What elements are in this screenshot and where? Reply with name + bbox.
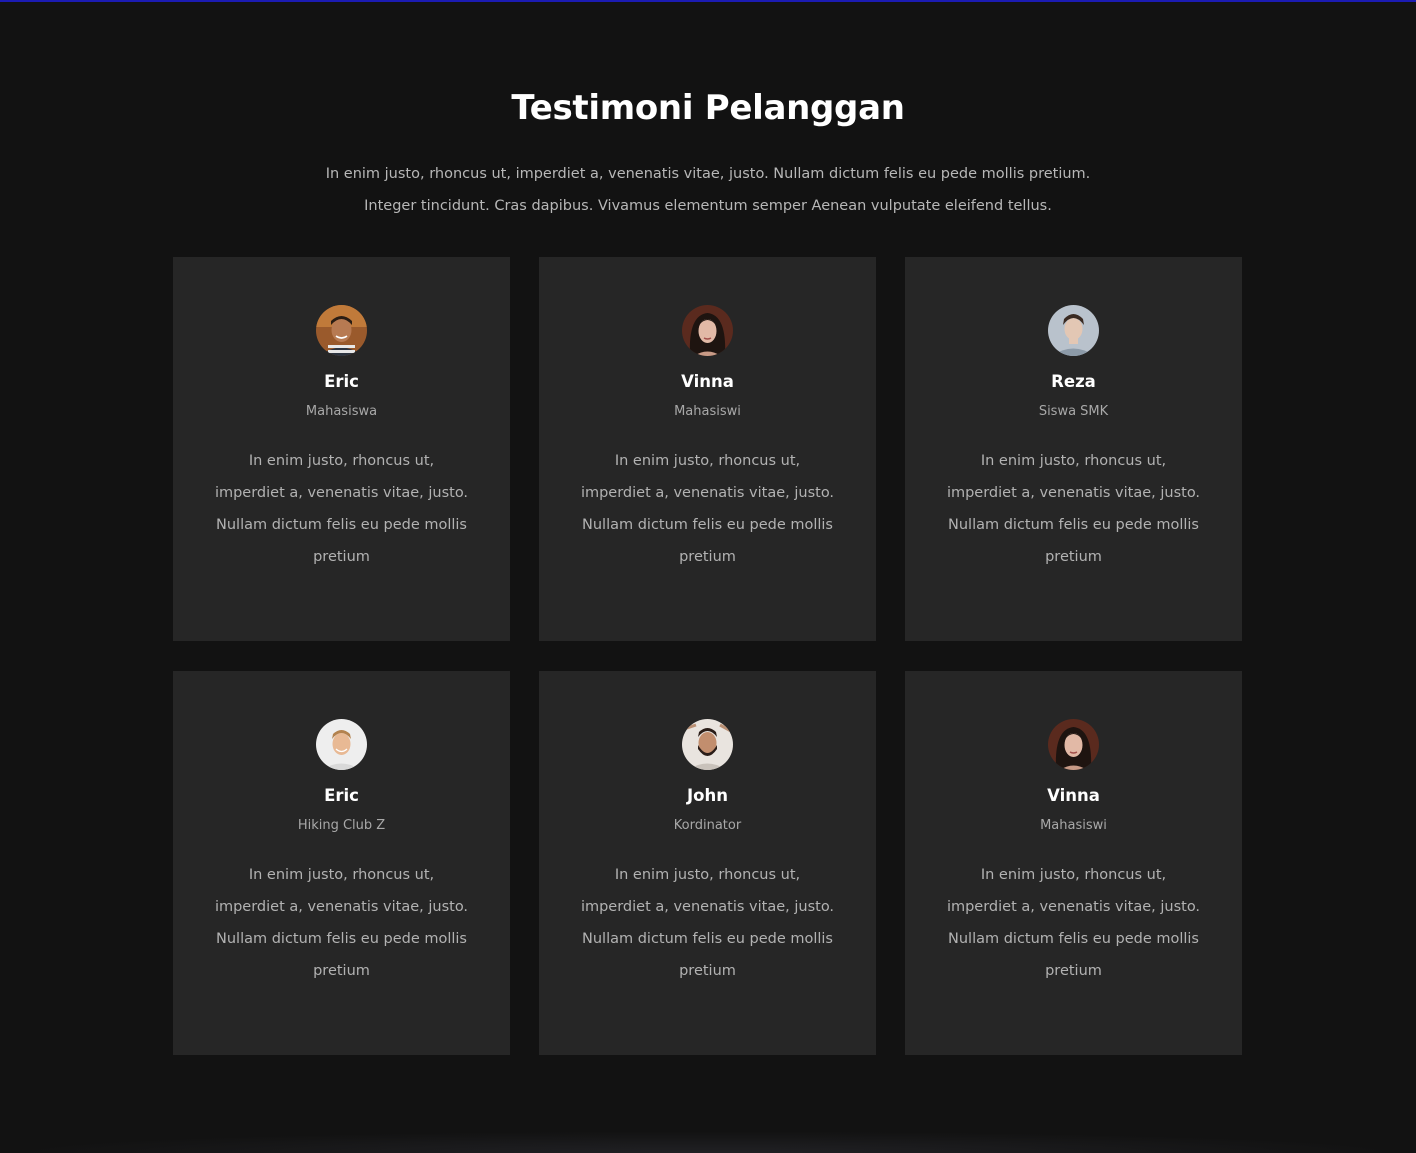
woman-dark-hair-avatar-icon bbox=[1048, 719, 1099, 770]
blond-man-avatar-icon bbox=[316, 719, 367, 770]
bottom-wave-decoration bbox=[0, 1131, 1416, 1153]
testimonial-card: Eric Mahasiswa In enim justo, rhoncus ut… bbox=[173, 257, 510, 641]
testimonial-card: Vinna Mahasiswi In enim justo, rhoncus u… bbox=[905, 671, 1242, 1055]
bearded-man-avatar-icon bbox=[682, 719, 733, 770]
testimonial-card: Eric Hiking Club Z In enim justo, rhoncu… bbox=[173, 671, 510, 1055]
testimonial-quote: In enim justo, rhoncus ut, imperdiet a, … bbox=[214, 867, 469, 979]
testimonial-card: John Kordinator In enim justo, rhoncus u… bbox=[539, 671, 876, 1055]
testimonial-quote: In enim justo, rhoncus ut, imperdiet a, … bbox=[946, 867, 1201, 979]
woman-dark-hair-avatar-icon bbox=[682, 305, 733, 356]
top-accent-line bbox=[0, 0, 1416, 2]
testimonial-grid: Eric Mahasiswa In enim justo, rhoncus ut… bbox=[173, 257, 1243, 1055]
testimonial-quote: In enim justo, rhoncus ut, imperdiet a, … bbox=[580, 453, 835, 565]
testimonial-name: Vinna bbox=[1047, 786, 1100, 805]
testimonial-role: Mahasiswi bbox=[674, 404, 741, 419]
testimonial-name: Eric bbox=[324, 372, 359, 391]
testimonial-card: Vinna Mahasiswi In enim justo, rhoncus u… bbox=[539, 257, 876, 641]
testimonial-role: Mahasiswa bbox=[305, 404, 378, 419]
testimonial-card: Reza Siswa SMK In enim justo, rhoncus ut… bbox=[905, 257, 1242, 641]
section-intro: In enim justo, rhoncus ut, imperdiet a, … bbox=[325, 166, 1091, 214]
testimonial-name: Reza bbox=[1051, 372, 1096, 391]
testimonial-quote: In enim justo, rhoncus ut, imperdiet a, … bbox=[214, 453, 469, 565]
testimonial-quote: In enim justo, rhoncus ut, imperdiet a, … bbox=[580, 867, 835, 979]
testimonial-name: John bbox=[687, 786, 728, 805]
section-title: Testimoni Pelanggan bbox=[511, 88, 905, 128]
testimonial-role: Hiking Club Z bbox=[297, 818, 386, 833]
man-smiling-avatar-icon bbox=[316, 305, 367, 356]
testimonial-role: Siswa SMK bbox=[1038, 404, 1109, 419]
testimonial-quote: In enim justo, rhoncus ut, imperdiet a, … bbox=[946, 453, 1201, 565]
testimonial-role: Kordinator bbox=[673, 818, 742, 833]
testimonial-role: Mahasiswi bbox=[1040, 818, 1107, 833]
testimonial-name: Vinna bbox=[681, 372, 734, 391]
young-man-avatar-icon bbox=[1048, 305, 1099, 356]
testimonial-name: Eric bbox=[324, 786, 359, 805]
